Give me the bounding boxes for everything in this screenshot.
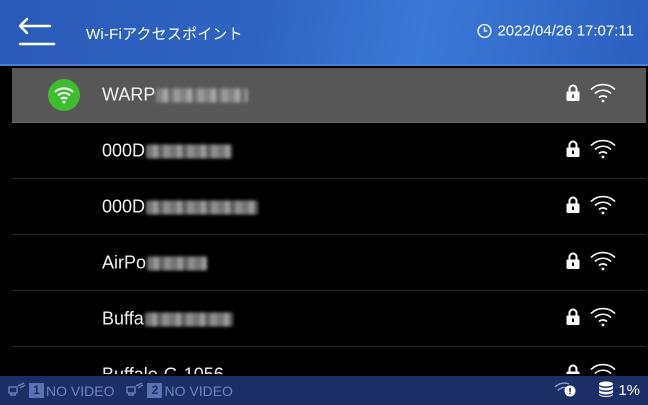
network-ssid: AirPo (102, 253, 208, 274)
connected-wifi-icon (48, 79, 80, 111)
network-ssid: Buffa (102, 309, 233, 330)
clock-icon (477, 23, 493, 39)
network-row[interactable]: Buffa (12, 292, 646, 347)
wifi-signal-icon (590, 195, 616, 220)
network-ssid: 000D (102, 197, 259, 218)
network-row[interactable]: 000D (12, 180, 646, 235)
network-ssid: Buffalo-G-1056 (102, 365, 224, 375)
camera-status-text: NO VIDEO (46, 382, 115, 399)
camera-icon (126, 382, 144, 399)
network-row[interactable]: 000D (12, 124, 646, 179)
lock-icon (566, 84, 580, 106)
masked-text (146, 200, 259, 214)
masked-text (144, 312, 233, 326)
camera-status-text: NO VIDEO (164, 382, 233, 399)
camera-number: 2 (147, 383, 163, 398)
title-bar: Wi-Fiアクセスポイント 2022/04/26 17:07:11 (0, 0, 648, 66)
masked-text (156, 88, 249, 102)
lock-icon (566, 252, 580, 274)
wifi-signal-icon (590, 139, 616, 164)
lock-icon (566, 196, 580, 218)
wifi-network-list[interactable]: WARP 000D 000D AirPo Buffa (12, 68, 646, 374)
masked-text (146, 144, 233, 158)
network-ssid: 000D (102, 141, 233, 162)
database-icon (598, 381, 614, 401)
datetime-text: 2022/04/26 17:07:11 (497, 22, 634, 40)
network-row[interactable]: WARP (12, 68, 646, 123)
lock-icon (566, 140, 580, 162)
masked-text (147, 256, 208, 270)
datetime-display: 2022/04/26 17:07:11 (477, 23, 634, 40)
network-row[interactable]: Buffalo-G-1056 (12, 348, 646, 374)
page-title: Wi-Fiアクセスポイント (86, 26, 243, 43)
back-arrow-icon[interactable] (18, 16, 64, 50)
status-bar: 1 NO VIDEO 2 NO VIDEO 1% (0, 376, 648, 405)
camera-icon (8, 382, 26, 399)
network-ssid: WARP (102, 85, 249, 106)
wifi-signal-icon (590, 363, 616, 374)
network-row[interactable]: AirPo (12, 236, 646, 291)
wifi-signal-icon (590, 83, 616, 108)
lock-icon (566, 364, 580, 374)
camera-1-status: 1 NO VIDEO (8, 382, 114, 399)
wifi-signal-icon (590, 307, 616, 332)
camera-number: 1 (29, 383, 44, 398)
lock-icon (566, 308, 580, 330)
storage-percent: 1% (618, 382, 640, 399)
storage-indicator: 1% (598, 381, 640, 401)
wifi-signal-icon (590, 251, 616, 276)
camera-2-status: 2 NO VIDEO (126, 382, 233, 399)
wifi-warning-icon (554, 381, 576, 401)
